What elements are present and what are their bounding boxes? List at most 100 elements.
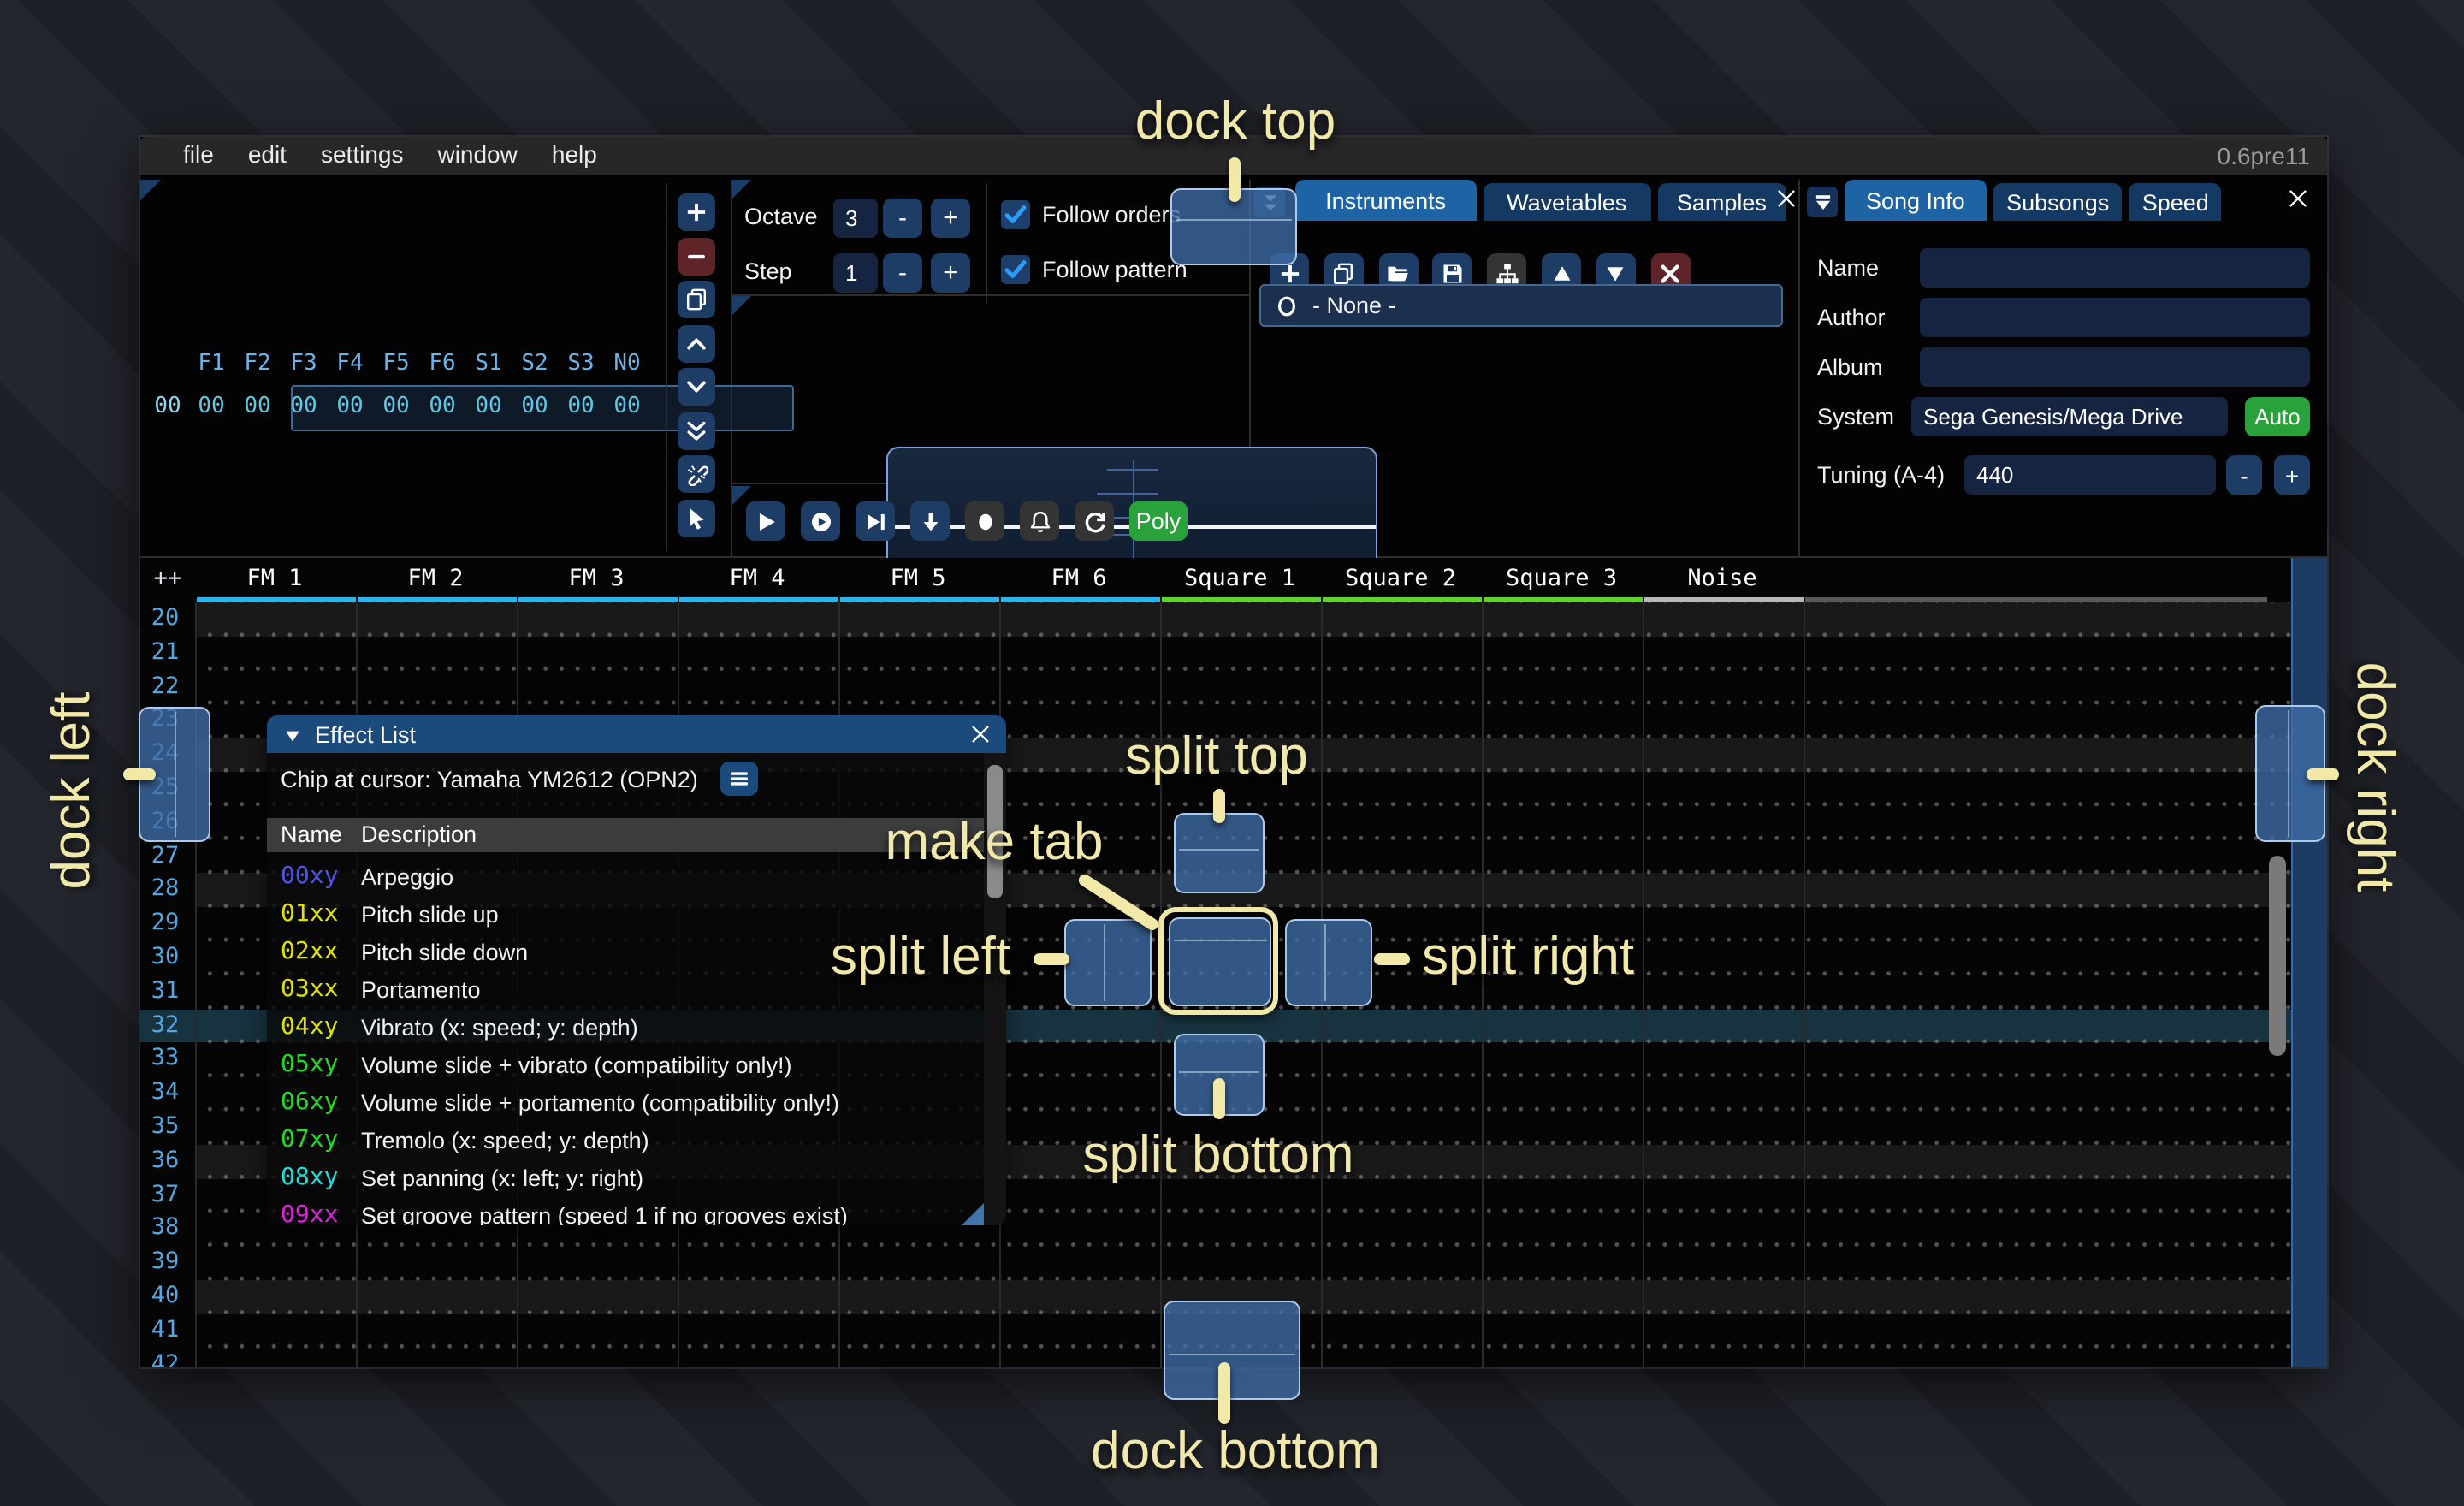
effect-row[interactable]: 05xyVolume slide + vibrato (compatibilit… <box>267 1047 984 1085</box>
instrument-item-none[interactable]: - None - <box>1259 284 1783 327</box>
tab-wavetables[interactable]: Wavetables <box>1483 183 1650 221</box>
system-auto-button[interactable]: Auto <box>2245 397 2310 436</box>
tab-speed[interactable]: Speed <box>2129 183 2222 221</box>
orders-cell[interactable]: 00 <box>235 394 280 419</box>
effect-list-menu-button[interactable] <box>720 762 758 796</box>
instruments-close-icon[interactable] <box>1774 187 1798 210</box>
follow-orders-checkbox[interactable] <box>1001 200 1030 229</box>
tuning-input[interactable]: 440 <box>1964 455 2216 495</box>
effect-code: 08xy <box>281 1164 338 1191</box>
octave-input[interactable]: 3 <box>833 199 878 238</box>
album-field[interactable] <box>1920 347 2310 387</box>
channel-header-square-3[interactable]: Square 3 <box>1481 565 1642 592</box>
split-target-top[interactable] <box>1174 813 1265 893</box>
step-decrease-button[interactable]: - <box>883 253 922 293</box>
channel-header-square-1[interactable]: Square 1 <box>1159 565 1320 592</box>
step-one-row-button[interactable] <box>910 501 950 541</box>
follow-pattern-label: Follow pattern <box>1042 257 1188 282</box>
pane-separator[interactable] <box>731 180 732 558</box>
row-number: 21 <box>140 637 190 671</box>
menu-item-settings[interactable]: settings <box>321 140 404 168</box>
step-input[interactable]: 1 <box>833 253 878 293</box>
effect-list-resize-grip[interactable] <box>962 1203 984 1225</box>
step-increase-button[interactable]: + <box>931 253 970 293</box>
play-button[interactable] <box>746 501 785 541</box>
tuning-decrease-button[interactable]: - <box>2226 455 2262 495</box>
repeat-pattern-button[interactable] <box>1075 501 1114 541</box>
remove-order-button[interactable] <box>677 237 714 275</box>
effect-description: Set groove pattern (speed 1 if no groove… <box>361 1203 848 1225</box>
channel-header-fm-2[interactable]: FM 2 <box>355 565 516 592</box>
split-target-left[interactable] <box>1064 919 1152 1006</box>
dock-target-bottom[interactable] <box>1164 1301 1300 1400</box>
effect-row[interactable]: 08xy Set panning (x: left; y: right) <box>267 1160 984 1198</box>
menu-item-edit[interactable]: edit <box>248 140 287 168</box>
channel-header-fm-1[interactable]: FM 1 <box>194 565 355 592</box>
orders-cell[interactable]: 00 <box>559 394 603 419</box>
deep-clone-order-button[interactable] <box>677 455 714 493</box>
effect-row[interactable]: 04xyVibrato (x: speed; y: depth) <box>267 1010 984 1047</box>
split-target-right[interactable] <box>1285 919 1372 1006</box>
song-info-close-icon[interactable] <box>2286 187 2310 210</box>
play-from-start-button[interactable] <box>801 501 840 541</box>
orders-header-F3: F3 <box>281 351 326 376</box>
pattern-expand-corner[interactable]: ++ <box>144 565 192 592</box>
menu-item-file[interactable]: file <box>183 140 214 168</box>
effect-description: Set panning (x: left; y: right) <box>361 1165 643 1191</box>
tab-song-info[interactable]: Song Info <box>1845 180 1987 221</box>
edit-record-button[interactable] <box>965 501 1004 541</box>
orders-cell[interactable]: 00 <box>512 394 557 419</box>
author-field[interactable] <box>1920 298 2310 337</box>
duplicate-order-to-end-button[interactable] <box>677 412 714 449</box>
channel-header-square-2[interactable]: Square 2 <box>1320 565 1481 592</box>
effect-row[interactable]: 06xyVolume slide + portamento (compatibi… <box>267 1085 984 1123</box>
menu-item-help[interactable]: help <box>552 140 597 168</box>
follow-pattern-checkbox[interactable] <box>1001 255 1030 284</box>
orders-cell[interactable]: 00 <box>466 394 511 419</box>
play-one-row-button[interactable] <box>856 501 895 541</box>
add-order-button[interactable] <box>677 193 714 231</box>
channel-header-noise[interactable]: Noise <box>1642 565 1803 592</box>
channel-header-fm-3[interactable]: FM 3 <box>516 565 677 592</box>
effect-list-titlebar[interactable]: Effect List <box>267 715 1006 753</box>
tab-list-popup-button[interactable] <box>1807 187 1838 217</box>
channel-header-fm-6[interactable]: FM 6 <box>998 565 1159 592</box>
pane-separator[interactable] <box>1798 180 1800 558</box>
orders-cell[interactable]: 00 <box>420 394 465 419</box>
tab-samples[interactable]: Samples <box>1657 183 1786 221</box>
channel-header-fm-4[interactable]: FM 4 <box>677 565 838 592</box>
tuning-increase-button[interactable]: + <box>2274 455 2310 495</box>
metronome-button[interactable] <box>1020 501 1059 541</box>
pattern-channel-header[interactable]: ++ FM 1FM 2FM 3FM 4FM 5FM 6Square 1Squar… <box>140 558 2327 602</box>
system-select[interactable]: Sega Genesis/Mega Drive <box>1911 397 2228 436</box>
effect-row[interactable]: 07xyTremolo (x: speed; y: depth) <box>267 1123 984 1160</box>
duplicate-order-button[interactable] <box>677 281 714 318</box>
move-order-down-button[interactable] <box>677 368 714 406</box>
row-number: 38 <box>140 1213 190 1247</box>
orders-cell[interactable]: 00 <box>374 394 418 419</box>
pattern-scrollbar-thumb[interactable] <box>2269 856 2286 1056</box>
orders-cell[interactable]: 00 <box>281 394 326 419</box>
effect-list-close-icon[interactable] <box>968 722 992 746</box>
orders-cell[interactable]: 00 <box>605 394 649 419</box>
name-field[interactable] <box>1920 248 2310 288</box>
octave-increase-button[interactable]: + <box>931 199 970 238</box>
effect-table-header[interactable]: Name Description <box>267 818 984 852</box>
pane-grip <box>731 296 751 317</box>
poly-toggle-button[interactable]: Poly <box>1129 501 1188 541</box>
channel-header-fm-5[interactable]: FM 5 <box>838 565 998 592</box>
tab-subsongs[interactable]: Subsongs <box>1993 183 2123 221</box>
tab-instruments[interactable]: Instruments <box>1295 180 1476 221</box>
move-order-up-button[interactable] <box>677 324 714 362</box>
menu-item-window[interactable]: window <box>437 140 517 168</box>
pane-separator[interactable] <box>731 294 1249 296</box>
orders-cell[interactable]: 00 <box>328 394 372 419</box>
effect-row[interactable]: 00xyArpeggio <box>267 859 984 897</box>
annotation-dock-left: dock left <box>41 620 103 962</box>
effect-row[interactable]: 09xxSet groove pattern (speed 1 if no gr… <box>267 1198 984 1225</box>
collapse-triangle-icon[interactable] <box>282 724 303 744</box>
order-change-mode-button[interactable] <box>677 499 714 537</box>
orders-cell[interactable]: 00 <box>189 394 234 419</box>
row-number: 34 <box>140 1076 190 1111</box>
octave-decrease-button[interactable]: - <box>883 199 922 238</box>
